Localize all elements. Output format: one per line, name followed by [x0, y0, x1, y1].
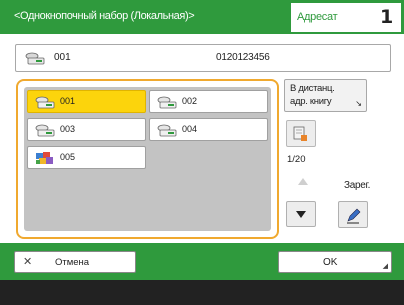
cancel-label: Отмена [55, 257, 90, 268]
ok-label: OK [323, 257, 338, 268]
one-touch-dial-screen: <Однокнопочный набор (Локальная)> Адреса… [0, 0, 404, 305]
cancel-button[interactable]: ✕ Отмена [14, 251, 136, 273]
fax-icon [35, 95, 55, 114]
edit-entry-button[interactable] [286, 120, 316, 147]
register-label: Зарег. [344, 180, 371, 191]
list-item[interactable]: 005 [27, 146, 146, 169]
empty-slot [149, 146, 268, 169]
register-button[interactable] [338, 201, 368, 228]
fax-icon [25, 51, 45, 70]
entry-number: 001 [54, 52, 71, 63]
address-list: 001 002 003 004 005 [24, 87, 271, 231]
selected-entry-bar: 001 0120123456 [15, 44, 391, 72]
list-item[interactable]: 003 [27, 118, 146, 141]
remote-address-book-button[interactable]: В дистанц. адр. книгу ↘ [284, 79, 367, 112]
corner-arrow-icon: ↘ [355, 99, 362, 108]
screen-title: <Однокнопочный набор (Локальная)> [14, 10, 195, 22]
list-item-label: 003 [60, 124, 76, 134]
header-bar: <Однокнопочный набор (Локальная)> Адреса… [0, 0, 404, 34]
remote-button-line2: адр. книгу [290, 96, 332, 107]
list-item-label: 004 [182, 124, 198, 134]
scroll-up-button[interactable] [288, 170, 318, 194]
fax-icon [35, 123, 55, 142]
list-item-label: 001 [60, 96, 76, 106]
list-item[interactable]: 004 [149, 118, 268, 141]
address-tab-label: Адресат [297, 11, 338, 23]
list-item-label: 005 [60, 152, 76, 162]
list-item[interactable]: 001 [27, 90, 146, 113]
entry-fax-number: 0120123456 [216, 52, 270, 63]
fax-icon [157, 95, 177, 114]
list-item[interactable]: 002 [149, 90, 268, 113]
remote-button-line1: В дистанц. [290, 83, 335, 94]
close-icon: ✕ [23, 256, 33, 268]
group-icon [35, 151, 55, 171]
page-indicator: 1/20 [287, 154, 306, 165]
fax-icon [157, 123, 177, 142]
corner-mark-icon: ◢ [382, 263, 388, 270]
status-strip [0, 280, 404, 305]
address-count: 1 [380, 6, 394, 28]
address-tab[interactable]: Адресат 1 [291, 3, 401, 32]
ok-button[interactable]: OK ◢ [278, 251, 392, 273]
address-list-frame: 001 002 003 004 005 [16, 79, 279, 239]
list-item-label: 002 [182, 96, 198, 106]
scroll-down-button[interactable] [286, 201, 316, 227]
